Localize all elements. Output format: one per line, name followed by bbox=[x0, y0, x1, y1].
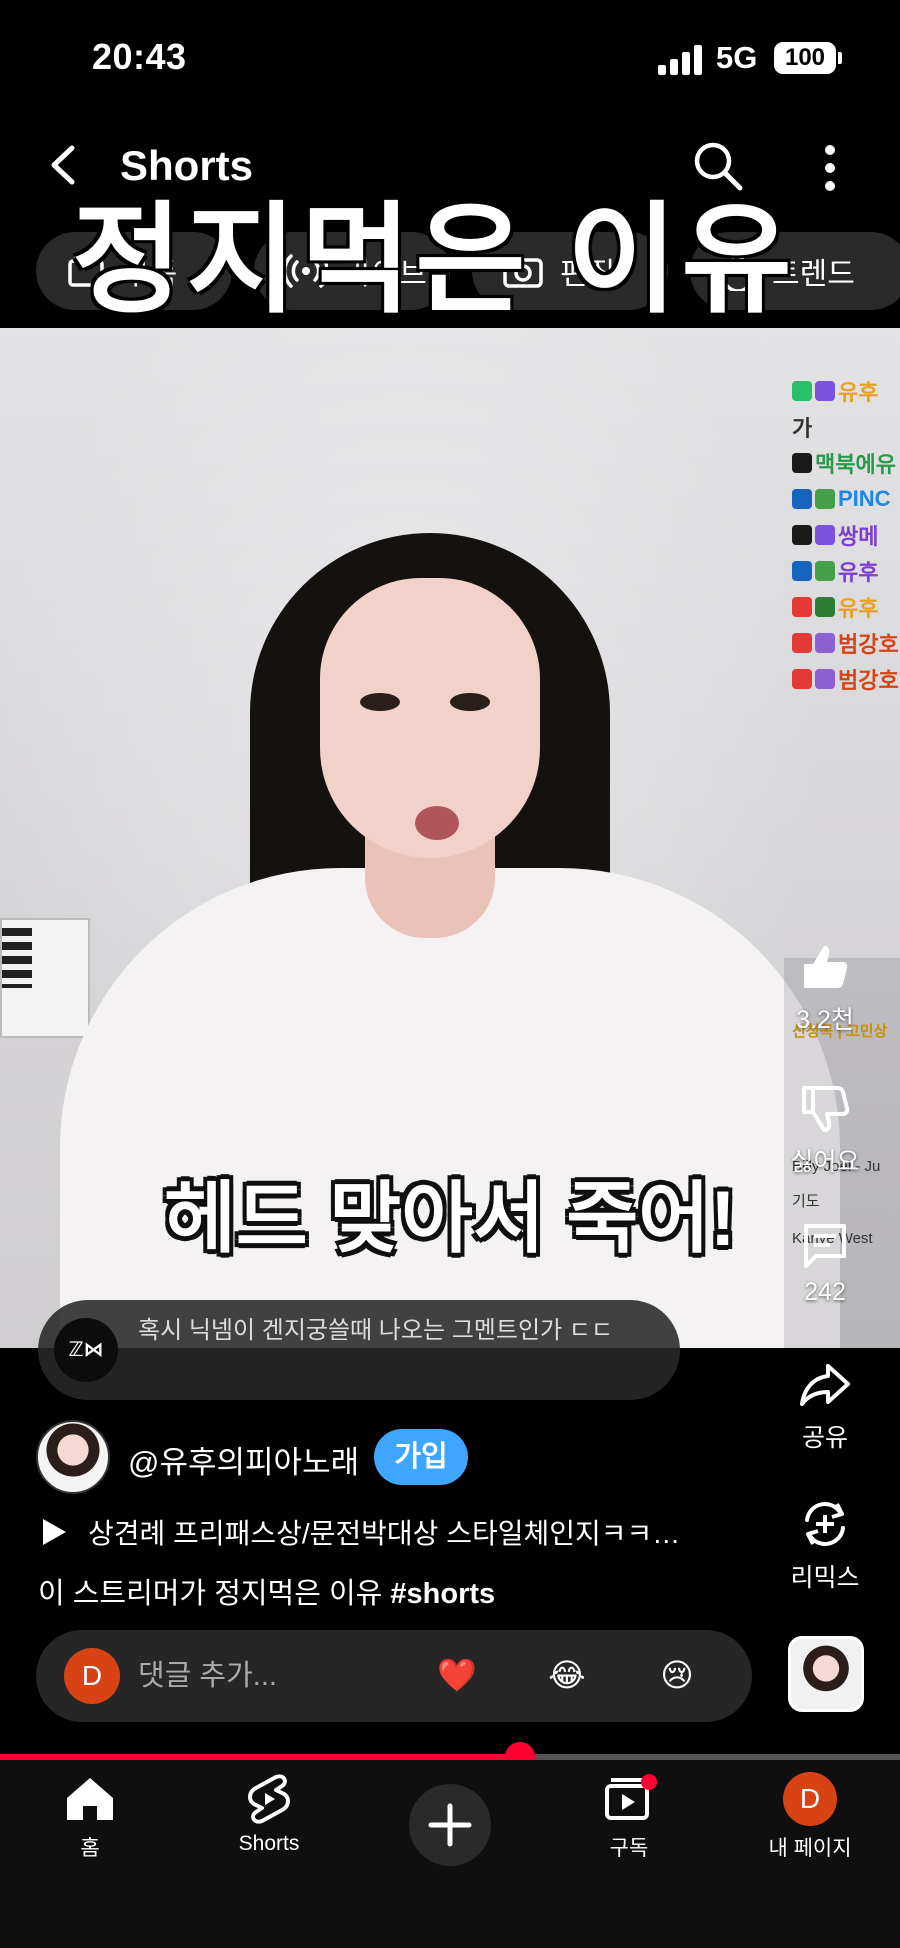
emoji-heart[interactable]: ❤️ bbox=[434, 1652, 480, 1698]
music-row[interactable]: 상견례 프리패스상/문전박대상 스타일체인지ㅋㅋ… bbox=[40, 1510, 760, 1554]
share-button[interactable]: 공유 bbox=[770, 1358, 880, 1454]
chat-line: 범강호 bbox=[792, 666, 899, 693]
hashtag[interactable]: #shorts bbox=[390, 1578, 495, 1610]
nav-subscriptions[interactable]: 구독 bbox=[559, 1772, 699, 1862]
chat-line: 범강호 bbox=[792, 630, 899, 657]
more-vert-icon bbox=[825, 145, 835, 191]
video-subtitle: 헤드 맞아서 죽어! bbox=[164, 1174, 736, 1262]
person-mouth bbox=[415, 806, 459, 840]
comments-button[interactable]: 242 bbox=[770, 1218, 880, 1307]
network-type: 5G bbox=[716, 40, 758, 75]
pinned-comment-text: 혹시 닉넴이 겐지궁쓸때 나오는 그멘트인가 ㄷㄷ bbox=[138, 1317, 613, 1344]
commenter-logo: ℤ⋈ bbox=[54, 1318, 118, 1382]
comment-bar: D ❤️ 😂 😢 bbox=[36, 1630, 752, 1722]
bottom-nav: 홈 Shorts 구독 D 내 페이지 bbox=[0, 1760, 900, 1948]
more-button[interactable] bbox=[810, 140, 850, 196]
shorts-icon bbox=[248, 1774, 290, 1824]
subscriptions-icon bbox=[605, 1774, 657, 1820]
nav-home-label: 홈 bbox=[80, 1837, 100, 1860]
share-label: 공유 bbox=[801, 1424, 848, 1452]
person-eye bbox=[360, 693, 400, 711]
signal-icon bbox=[658, 45, 704, 75]
comment-count: 242 bbox=[804, 1278, 846, 1306]
emoji-laugh[interactable]: 😂 bbox=[544, 1652, 590, 1698]
chat-line: PINC bbox=[792, 486, 891, 512]
dislike-button[interactable]: 싫어요 bbox=[770, 1082, 880, 1178]
thumbs-up-icon bbox=[804, 946, 848, 988]
chat-line: 가 bbox=[792, 416, 813, 441]
comment-icon bbox=[804, 1224, 846, 1268]
stream-chat-overlay: 유후 가 맥북에유 PINC 쌍메 유후 유후 범강호 범강호 bbox=[788, 328, 900, 708]
nav-home[interactable]: 홈 bbox=[20, 1772, 160, 1862]
share-icon bbox=[800, 1364, 850, 1406]
chat-line: 쌍메 bbox=[792, 522, 878, 549]
video-player[interactable]: 유후 가 맥북에유 PINC 쌍메 유후 유후 범강호 범강호 신청곡 | 고민… bbox=[0, 328, 900, 1348]
nav-shorts-label: Shorts bbox=[238, 1832, 300, 1855]
battery-tip bbox=[838, 52, 842, 64]
thumbs-down-icon bbox=[802, 1086, 850, 1132]
emoji-cry[interactable]: 😢 bbox=[654, 1652, 700, 1698]
nav-subscriptions-label: 구독 bbox=[609, 1837, 649, 1860]
remix-button[interactable]: 리믹스 bbox=[770, 1496, 880, 1594]
chat-line: 유후 bbox=[792, 378, 878, 405]
like-button[interactable]: 3.2천 bbox=[770, 940, 880, 1036]
piano bbox=[0, 918, 90, 1038]
user-avatar: D bbox=[64, 1648, 120, 1704]
pinned-comment[interactable]: ℤ⋈ 혹시 닉넴이 겐지궁쓸때 나오는 그멘트인가 ㄷㄷ bbox=[38, 1300, 680, 1400]
chat-line: 유후 bbox=[792, 594, 878, 621]
home-icon bbox=[67, 1778, 113, 1820]
remix-label: 리믹스 bbox=[790, 1564, 860, 1592]
nav-me[interactable]: D 내 페이지 bbox=[740, 1772, 880, 1862]
description-text: 이 스트리머가 정지먹은 이유 bbox=[38, 1578, 391, 1610]
dislike-label: 싫어요 bbox=[790, 1148, 860, 1176]
chat-line: 맥북에유 bbox=[792, 450, 896, 477]
remix-icon bbox=[805, 1502, 845, 1546]
music-title: 상견례 프리패스상/문전박대상 스타일체인지ㅋㅋ… bbox=[88, 1518, 681, 1549]
nav-shorts[interactable]: Shorts bbox=[199, 1772, 339, 1856]
plus-icon bbox=[428, 1803, 472, 1847]
channel-avatar[interactable] bbox=[36, 1420, 110, 1494]
nav-me-label: 내 페이지 bbox=[768, 1837, 852, 1860]
person-eye bbox=[450, 693, 490, 711]
create-button[interactable] bbox=[409, 1784, 491, 1866]
battery-icon: 100 bbox=[774, 42, 836, 74]
play-icon bbox=[43, 1519, 66, 1545]
sound-thumbnail[interactable] bbox=[788, 1636, 864, 1712]
status-time: 20:43 bbox=[92, 36, 187, 77]
channel-handle[interactable]: @유후의피아노래 bbox=[128, 1437, 359, 1482]
me-avatar: D bbox=[783, 1772, 837, 1826]
person-body bbox=[60, 868, 840, 1348]
chat-line: 유후 bbox=[792, 558, 878, 585]
comment-input[interactable] bbox=[138, 1654, 378, 1698]
video-overlay-title: 정지먹은 이유 bbox=[72, 193, 796, 327]
join-button[interactable]: 가입 bbox=[374, 1429, 468, 1485]
like-count: 3.2천 bbox=[796, 1006, 854, 1034]
video-description[interactable]: 이 스트리머가 정지먹은 이유 #shorts bbox=[38, 1570, 495, 1612]
status-bar: 20:43 5G 100 bbox=[0, 0, 900, 110]
